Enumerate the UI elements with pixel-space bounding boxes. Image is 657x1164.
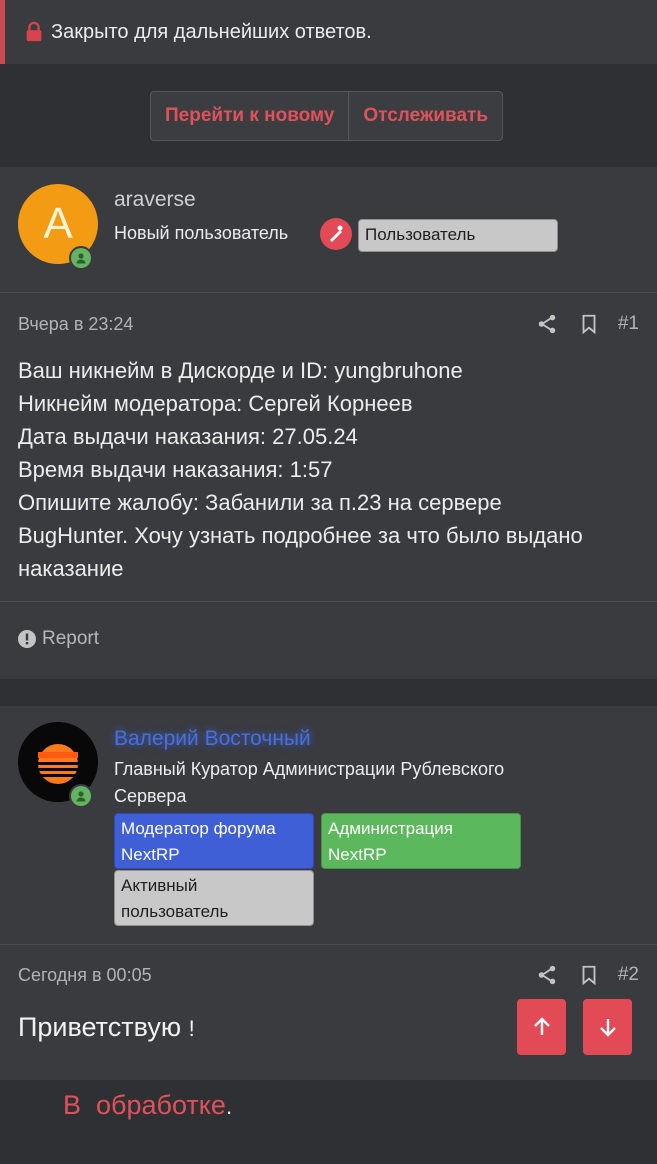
post-1: A araverse Новый пользователь Пользовате… (0, 167, 657, 679)
scroll-down-button[interactable] (583, 999, 632, 1055)
post-line: В обработке. (18, 1048, 498, 1164)
post-line: Дата выдачи наказания: 27.05.24 (18, 424, 358, 449)
badge-line: пользователь (121, 902, 229, 921)
badge-user: Пользователь (358, 219, 558, 252)
post-author-name[interactable]: araverse (114, 188, 196, 212)
share-icon[interactable] (536, 964, 558, 986)
badge-line: Активный (121, 876, 198, 895)
user-title-line-2: Сервера (114, 786, 187, 806)
divider (0, 601, 657, 602)
closed-notice-text: Закрыто для дальнейших ответов. (51, 20, 372, 43)
user-online-icon (69, 246, 93, 270)
post-2-meta: Сегодня в 00:05 #2 (18, 964, 639, 986)
post-1-user-header: A araverse Новый пользователь Пользовате… (0, 167, 657, 293)
post-2-user-header: Валерий Восточный Главный Куратор Админи… (0, 706, 657, 945)
status-punct: . (225, 1094, 233, 1119)
status-text: В обработке (63, 1090, 226, 1120)
badge-line: Модератор форума (121, 819, 276, 838)
new-user-icon (320, 218, 352, 250)
post-line: наказание (18, 556, 124, 581)
badge-line: Администрация (328, 819, 453, 838)
user-title-line-1: Главный Куратор Администрации Рублевског… (114, 759, 505, 779)
badge-line: NextRP (121, 845, 180, 864)
report-label: Report (42, 628, 100, 649)
go-to-new-button[interactable]: Перейти к новому (151, 92, 348, 140)
greeting-punct: ! (188, 1016, 195, 1041)
post-line: Ваш никнейм в Дискорде и ID: yungbruhone (18, 358, 463, 383)
post-date[interactable]: Вчера в 23:24 (18, 314, 133, 335)
scroll-up-button[interactable] (517, 999, 566, 1055)
thread-toolbar: Перейти к новому Отслеживать (0, 64, 657, 166)
post-1-body: Ваш никнейм в Дискорде и ID: yungbruhone… (18, 354, 638, 585)
arrow-up-icon (533, 1017, 550, 1035)
post-date[interactable]: Сегодня в 00:05 (18, 965, 152, 986)
post-line: BugHunter. Хочу узнать подробнее за что … (18, 523, 583, 548)
post-1-meta: Вчера в 23:24 #1 (18, 313, 639, 335)
post-line: Время выдачи наказания: 1:57 (18, 457, 333, 482)
arrow-down-icon (599, 1019, 616, 1037)
bookmark-icon[interactable] (578, 964, 600, 986)
watch-button[interactable]: Отслеживать (348, 92, 502, 140)
post-line: Никнейм модератора: Сергей Корнеев (18, 391, 413, 416)
report-icon (18, 630, 36, 648)
user-online-icon (69, 784, 93, 808)
bookmark-icon[interactable] (578, 313, 600, 335)
greeting-text: Приветствую (18, 1012, 182, 1042)
badge-line: NextRP (328, 845, 387, 864)
share-icon[interactable] (536, 313, 558, 335)
badge-active-user: Активный пользователь (114, 870, 314, 926)
post-line: Опишите жалобу: Забанили за п.23 на серв… (18, 490, 502, 515)
badge-administration: Администрация NextRP (321, 813, 521, 869)
post-number[interactable]: #1 (618, 313, 639, 335)
user-title: Новый пользователь (114, 223, 289, 243)
post-author-name[interactable]: Валерий Восточный (114, 727, 311, 751)
avatar-letter: A (43, 199, 73, 248)
post-2-body: Приветствую ! В обработке. (18, 1008, 498, 1164)
badge-forum-moderator: Модератор форума NextRP (114, 813, 314, 869)
thread-button-group: Перейти к новому Отслеживать (150, 91, 504, 141)
post-number[interactable]: #2 (618, 964, 639, 986)
closed-notice: Закрыто для дальнейших ответов. (0, 0, 657, 64)
lock-icon (26, 21, 42, 42)
post-line: Приветствую ! (18, 1008, 498, 1048)
report-link[interactable]: Report (18, 628, 99, 650)
